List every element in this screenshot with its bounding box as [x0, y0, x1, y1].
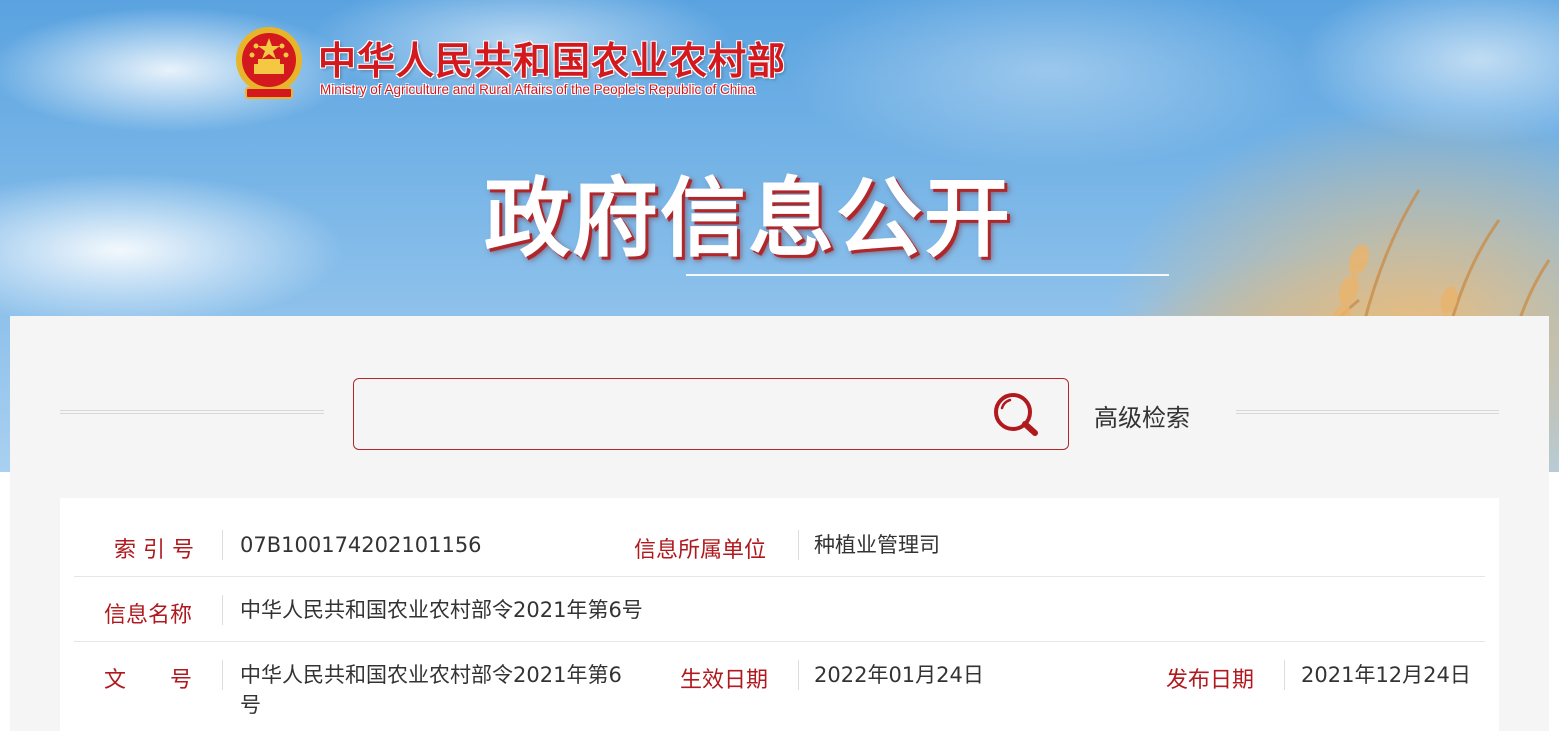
site-title-english: Ministry of Agriculture and Rural Affair…	[320, 82, 756, 97]
separator	[222, 660, 223, 690]
separator	[222, 530, 223, 560]
separator	[222, 595, 223, 625]
site-title[interactable]: 中华人民共和国农业农村部	[318, 30, 786, 85]
advanced-search-link[interactable]: 高级检索	[1094, 398, 1190, 433]
publish-date-value: 2021年12月24日	[1301, 663, 1471, 687]
search-divider-right	[1236, 410, 1499, 414]
separator	[1284, 660, 1285, 690]
separator	[798, 660, 799, 690]
index-number-value: 07B100174202101156	[240, 533, 482, 557]
info-card: 索 引 号 07B100174202101156 信息所属单位 种植业管理司 信…	[60, 498, 1499, 731]
effective-date-value: 2022年01月24日	[814, 663, 984, 687]
unit-label: 信息所属单位	[634, 538, 767, 563]
title-underline	[686, 274, 1169, 276]
section-title: 政府信息公开	[484, 169, 1012, 269]
index-number-label: 索 引 号	[114, 538, 194, 563]
doc-number-label: 文 号	[104, 668, 193, 693]
national-emblem-icon[interactable]	[232, 24, 306, 102]
publish-date-label: 发布日期	[1166, 668, 1255, 693]
search-divider-left	[60, 410, 324, 414]
row-divider	[74, 576, 1485, 577]
row-divider	[74, 641, 1485, 642]
info-name-value: 中华人民共和国农业农村部令2021年第6号	[240, 598, 643, 622]
search-box	[353, 378, 1069, 450]
separator	[798, 530, 799, 560]
search-icon[interactable]	[990, 391, 1042, 439]
search-input[interactable]	[368, 391, 968, 437]
effective-date-label: 生效日期	[680, 668, 769, 693]
info-name-label: 信息名称	[104, 603, 193, 628]
doc-number-value: 中华人民共和国农业农村部令2021年第6号	[240, 663, 622, 717]
unit-value: 种植业管理司	[814, 533, 940, 557]
